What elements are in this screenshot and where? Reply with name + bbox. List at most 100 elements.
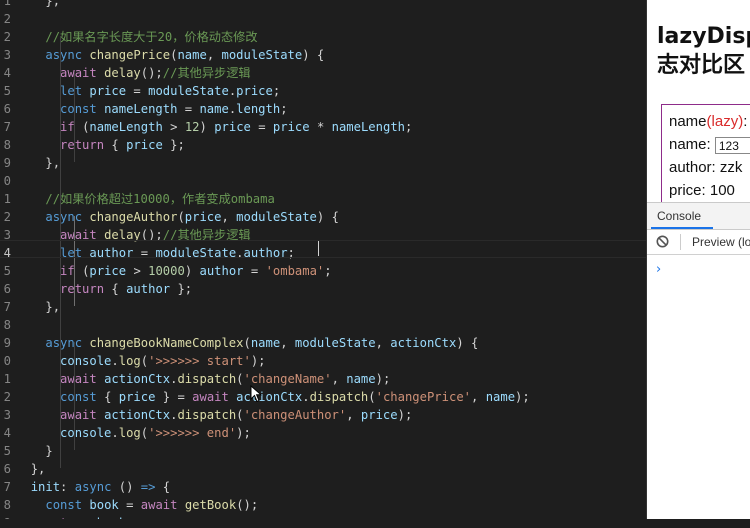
name-row: name: 123	[669, 136, 750, 154]
devtools-tab-bar: Console	[647, 202, 750, 230]
code-editor[interactable]: 1 }, 2 2 //如果名字长度大于20，价格动态修改 3 async chang…	[0, 0, 646, 528]
code-line[interactable]: 2 //如果名字长度大于20，价格动态修改	[0, 28, 646, 46]
code-line[interactable]: 3 await actionCtx.dispatch('changeAuthor…	[0, 406, 646, 424]
toolbar-divider	[680, 234, 681, 250]
code-line[interactable]: 7 if (nameLength > 12) price = price * n…	[0, 118, 646, 136]
indent-guide	[74, 342, 75, 450]
code-line[interactable]: 1 //如果价格超过10000，作者变成ombama	[0, 190, 646, 208]
line-number: 2	[3, 12, 11, 26]
code-line[interactable]: 9 },	[0, 154, 646, 172]
code-line[interactable]: 2 async changeAuthor(price, moduleState)…	[0, 208, 646, 226]
line-number: 4	[3, 426, 11, 440]
line-number: 7	[3, 120, 11, 134]
page-title-line2: 志对比区	[657, 53, 746, 78]
code-text: return { author };	[60, 282, 193, 296]
code-line[interactable]: 7 },	[0, 298, 646, 316]
line-number: 3	[3, 408, 11, 422]
line-number: 8	[3, 138, 11, 152]
line-number: 7	[3, 300, 11, 314]
bottom-edge	[0, 519, 750, 528]
code-text: return { price };	[60, 138, 185, 152]
code-line[interactable]: 9 async changeBookNameComplex(name, modu…	[0, 334, 646, 352]
code-line[interactable]: 3 async changePrice(name, moduleState) {	[0, 46, 646, 64]
code-line[interactable]: 6 },	[0, 460, 646, 478]
code-line[interactable]: 5 }	[0, 442, 646, 460]
code-text: async changeBookNameComplex(name, module…	[45, 336, 479, 350]
code-text: }	[45, 444, 53, 458]
code-text: let price = moduleState.price;	[60, 84, 281, 98]
name-label: name:	[669, 136, 711, 153]
lazy-label: (lazy)	[706, 113, 744, 130]
line-number: 6	[3, 282, 11, 296]
code-line[interactable]: 5 let price = moduleState.price;	[0, 82, 646, 100]
name-input[interactable]: 123	[714, 136, 750, 154]
line-number: 0	[3, 354, 11, 368]
preview-context-label[interactable]: Preview (lo	[692, 235, 750, 249]
code-line[interactable]: 8	[0, 316, 646, 334]
code-line[interactable]: 4 await delay();//其他异步逻辑	[0, 64, 646, 82]
code-text: //如果名字长度大于20，价格动态修改	[45, 30, 258, 44]
console-toolbar: Preview (lo	[647, 230, 750, 255]
code-line[interactable]: 6 return { author };	[0, 280, 646, 298]
current-line-highlight	[0, 240, 646, 258]
line-number: 6	[3, 462, 11, 476]
line-number: 0	[3, 174, 11, 188]
code-line[interactable]: 8 const book = await getBook();	[0, 496, 646, 514]
code-text: const book = await getBook();	[45, 498, 259, 512]
price-text: price: 100	[669, 182, 735, 199]
mouse-pointer-icon	[250, 385, 262, 403]
code-line[interactable]: 2	[0, 10, 646, 28]
code-text: //如果价格超过10000，作者变成ombama	[45, 192, 275, 206]
text-cursor	[318, 241, 319, 256]
tab-console[interactable]: Console	[657, 209, 701, 223]
line-number: 3	[3, 48, 11, 62]
line-number: 5	[3, 444, 11, 458]
code-line[interactable]: 6 const nameLength = name.length;	[0, 100, 646, 118]
code-text: if (price > 10000) author = 'ombama';	[60, 264, 332, 278]
line-number: 1	[3, 192, 11, 206]
line-number: 5	[3, 84, 11, 98]
code-line[interactable]: 2 const { price } = await actionCtx.disp…	[0, 388, 646, 406]
clear-console-icon[interactable]	[656, 235, 669, 248]
line-number: 9	[3, 336, 11, 350]
line-number: 6	[3, 102, 11, 116]
code-text: async changeAuthor(price, moduleState) {	[45, 210, 339, 224]
state-panel: name(lazy): name: 123 author: zzk price:…	[661, 104, 750, 206]
name-lazy-prefix: name	[669, 113, 707, 130]
name-lazy-row: name(lazy):	[669, 113, 747, 130]
line-number: 1	[3, 0, 11, 8]
page-title-line1: lazyDisp	[657, 24, 750, 49]
line-number: 2	[3, 210, 11, 224]
code-text: console.log('>>>>>> end');	[60, 426, 251, 440]
console-prompt-icon[interactable]: ›	[656, 262, 661, 277]
line-number: 4	[3, 66, 11, 80]
author-text: author: zzk	[669, 159, 743, 176]
code-line[interactable]: 7 init: async () => {	[0, 478, 646, 496]
browser-preview: lazyDisp 志对比区 name(lazy): name: 123 auth…	[646, 0, 750, 528]
code-text: await actionCtx.dispatch('changeName', n…	[60, 372, 391, 386]
code-line[interactable]: 5 if (price > 10000) author = 'ombama';	[0, 262, 646, 280]
indent-guide	[74, 72, 75, 162]
line-number: 7	[3, 480, 11, 494]
code-text: },	[45, 300, 61, 314]
code-text: init: async () => {	[30, 480, 171, 494]
line-number: 5	[3, 264, 11, 278]
code-line[interactable]: 1 await actionCtx.dispatch('changeName',…	[0, 370, 646, 388]
line-number: 8	[3, 318, 11, 332]
code-text: await actionCtx.dispatch('changeAuthor',…	[60, 408, 413, 422]
line-number: 1	[3, 372, 11, 386]
code-line[interactable]: 4 console.log('>>>>>> end');	[0, 424, 646, 442]
code-line[interactable]: 0	[0, 172, 646, 190]
page-title: lazyDisp 志对比区	[657, 22, 750, 80]
code-text: console.log('>>>>>> start');	[60, 354, 266, 368]
code-line[interactable]: 1 },	[0, 0, 646, 10]
code-text: const { price } = await actionCtx.dispat…	[60, 390, 530, 404]
name-lazy-suffix: :	[743, 113, 748, 130]
code-text: if (nameLength > 12) price = price * nam…	[60, 120, 413, 134]
code-line[interactable]: 8 return { price };	[0, 136, 646, 154]
code-text: },	[30, 462, 46, 476]
code-line[interactable]: 0 console.log('>>>>>> start');	[0, 352, 646, 370]
